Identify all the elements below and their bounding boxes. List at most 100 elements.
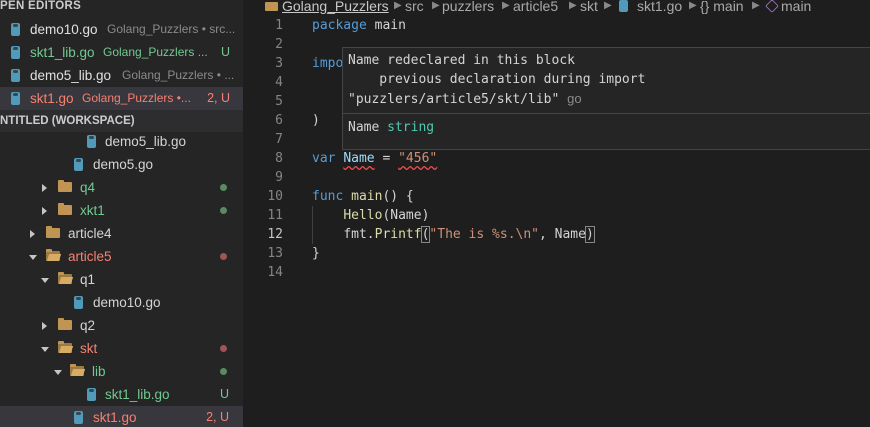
- open-editor-path: Golang_Puzzlers • ...: [122, 68, 235, 82]
- code-text: main: [366, 18, 406, 33]
- tree-item-folder[interactable]: article5: [0, 245, 243, 268]
- function-name: Hello: [343, 208, 383, 223]
- tree-item-folder[interactable]: skt: [0, 337, 243, 360]
- chevron-down-icon[interactable]: [54, 370, 62, 375]
- hover-error-detail: previous declaration during import: [348, 72, 646, 87]
- breadcrumb-item[interactable]: skt: [580, 0, 598, 14]
- git-status-badge: U: [220, 45, 230, 59]
- folder-open-icon: [46, 249, 60, 261]
- code-text: (Name): [382, 208, 430, 223]
- go-file-icon: [11, 46, 20, 59]
- breadcrumb-item[interactable]: Golang_Puzzlers: [282, 0, 389, 14]
- problem-status-badge: 2, U: [206, 410, 229, 424]
- chevron-right-icon[interactable]: [42, 322, 47, 330]
- open-editor-filename: demo10.go: [30, 22, 98, 37]
- tree-item-file[interactable]: demo10.go: [0, 291, 243, 314]
- code-text: () {: [382, 189, 414, 204]
- problem-status-badge: 2, U: [207, 91, 230, 105]
- editor[interactable]: Golang_Puzzlers ▶ src ▶ puzzlers ▶ artic…: [243, 0, 870, 427]
- go-file-icon: [11, 69, 20, 82]
- tree-item-label: q1: [80, 272, 96, 287]
- tree-item-folder[interactable]: lib: [0, 360, 243, 383]
- code-line[interactable]: ): [312, 111, 320, 130]
- tree-item-folder[interactable]: article4: [0, 222, 243, 245]
- tree-item-file[interactable]: demo5_lib.go: [0, 130, 243, 153]
- chevron-right-icon[interactable]: [42, 184, 47, 192]
- go-file-icon: [74, 411, 83, 424]
- breadcrumb-item[interactable]: main: [781, 0, 811, 14]
- open-editor-item-active[interactable]: skt1.go Golang_Puzzlers •... 2, U: [0, 87, 243, 110]
- breadcrumb-separator-icon: ▶: [502, 0, 510, 11]
- line-number: 6: [275, 113, 283, 128]
- open-editor-filename: demo5_lib.go: [30, 68, 112, 83]
- breadcrumb-separator-icon: ▶: [432, 0, 440, 11]
- chevron-right-icon[interactable]: [42, 207, 47, 215]
- tree-item-label: article4: [68, 226, 112, 241]
- folder-icon: [58, 180, 72, 192]
- breadcrumb-item[interactable]: article5: [513, 0, 558, 14]
- tree-item-label: demo10.go: [93, 295, 161, 310]
- tree-item-folder[interactable]: xkt1: [0, 199, 243, 222]
- chevron-down-icon[interactable]: [41, 347, 49, 352]
- text-cursor: [593, 227, 595, 242]
- tree-item-label: skt: [80, 341, 98, 356]
- tree-item-label: demo5.go: [93, 157, 154, 172]
- code-line[interactable]: package main: [312, 16, 406, 35]
- open-editor-item[interactable]: demo5_lib.go Golang_Puzzlers • ...: [0, 64, 243, 87]
- breadcrumb-item[interactable]: puzzlers: [442, 0, 494, 14]
- breadcrumb-item[interactable]: skt1.go: [637, 0, 682, 14]
- keyword: impo: [312, 56, 344, 71]
- chevron-down-icon[interactable]: [41, 278, 49, 283]
- open-editor-filename: skt1_lib.go: [30, 45, 95, 60]
- error-identifier[interactable]: Name: [343, 151, 374, 166]
- breadcrumb-item[interactable]: {} main: [700, 0, 744, 14]
- package-name: fmt.: [343, 227, 375, 242]
- breadcrumb-separator-icon: ▶: [604, 0, 612, 11]
- tree-item-label: q2: [80, 318, 96, 333]
- sidebar: PEN EDITORS demo10.go Golang_Puzzlers • …: [0, 0, 243, 427]
- code-line[interactable]: func main() {: [312, 187, 414, 206]
- open-editors-header[interactable]: PEN EDITORS: [0, 0, 81, 14]
- hover-signature: Name string: [348, 120, 434, 135]
- code-text: ): [312, 113, 320, 128]
- breadcrumb-separator-icon: ▶: [569, 0, 577, 11]
- keyword: var: [312, 151, 336, 166]
- bracket-match: ): [584, 226, 595, 243]
- function-name: Printf: [374, 227, 422, 242]
- hover-divider: [343, 113, 870, 114]
- open-editor-item[interactable]: demo10.go Golang_Puzzlers • src...: [0, 18, 243, 41]
- string-literal: "456": [398, 151, 438, 166]
- line-number: 9: [275, 170, 283, 185]
- tree-item-folder[interactable]: q1: [0, 268, 243, 291]
- error-dot-icon: [220, 253, 227, 260]
- tree-item-folder[interactable]: q4: [0, 176, 243, 199]
- git-status-badge: U: [219, 387, 229, 401]
- code-line[interactable]: impo: [312, 54, 343, 73]
- code-line[interactable]: Hello(Name): [312, 206, 429, 225]
- code-line[interactable]: }: [312, 244, 320, 263]
- workspace-header[interactable]: NTITLED (WORKSPACE): [0, 110, 243, 132]
- hover-import-string: "puzzlers/article5/skt/lib": [348, 92, 560, 107]
- tree-item-file[interactable]: demo5.go: [0, 153, 243, 176]
- go-file-icon: [619, 0, 628, 12]
- line-number: 1: [275, 18, 283, 33]
- open-editor-item[interactable]: skt1_lib.go Golang_Puzzlers ... U: [0, 41, 243, 64]
- tree-item-file[interactable]: skt1_lib.go U: [0, 383, 243, 406]
- folder-icon: [58, 203, 72, 215]
- chevron-right-icon[interactable]: [30, 230, 35, 238]
- folder-open-icon: [58, 341, 72, 353]
- hover-error-message: Name redeclared in this block: [348, 53, 575, 68]
- hover-sig-name: Name: [348, 120, 380, 135]
- hover-tooltip: Name redeclared in this block previous d…: [342, 47, 870, 150]
- tree-item-file-active[interactable]: skt1.go 2, U: [0, 406, 243, 427]
- breadcrumb-item[interactable]: src: [405, 0, 424, 14]
- tree-item-folder[interactable]: q2: [0, 314, 243, 337]
- string-literal: "The is %s.\n": [429, 227, 539, 242]
- code-line-current[interactable]: fmt.Printf("The is %s.\n", Name): [312, 225, 595, 244]
- tree-item-label: xkt1: [80, 203, 105, 218]
- error-dot-icon: [220, 345, 227, 352]
- chevron-down-icon[interactable]: [29, 255, 37, 260]
- code-line[interactable]: var Name = "456": [312, 149, 437, 168]
- hover-import-path: "puzzlers/article5/skt/lib" go: [348, 91, 582, 107]
- hover-error-source: go: [567, 91, 582, 106]
